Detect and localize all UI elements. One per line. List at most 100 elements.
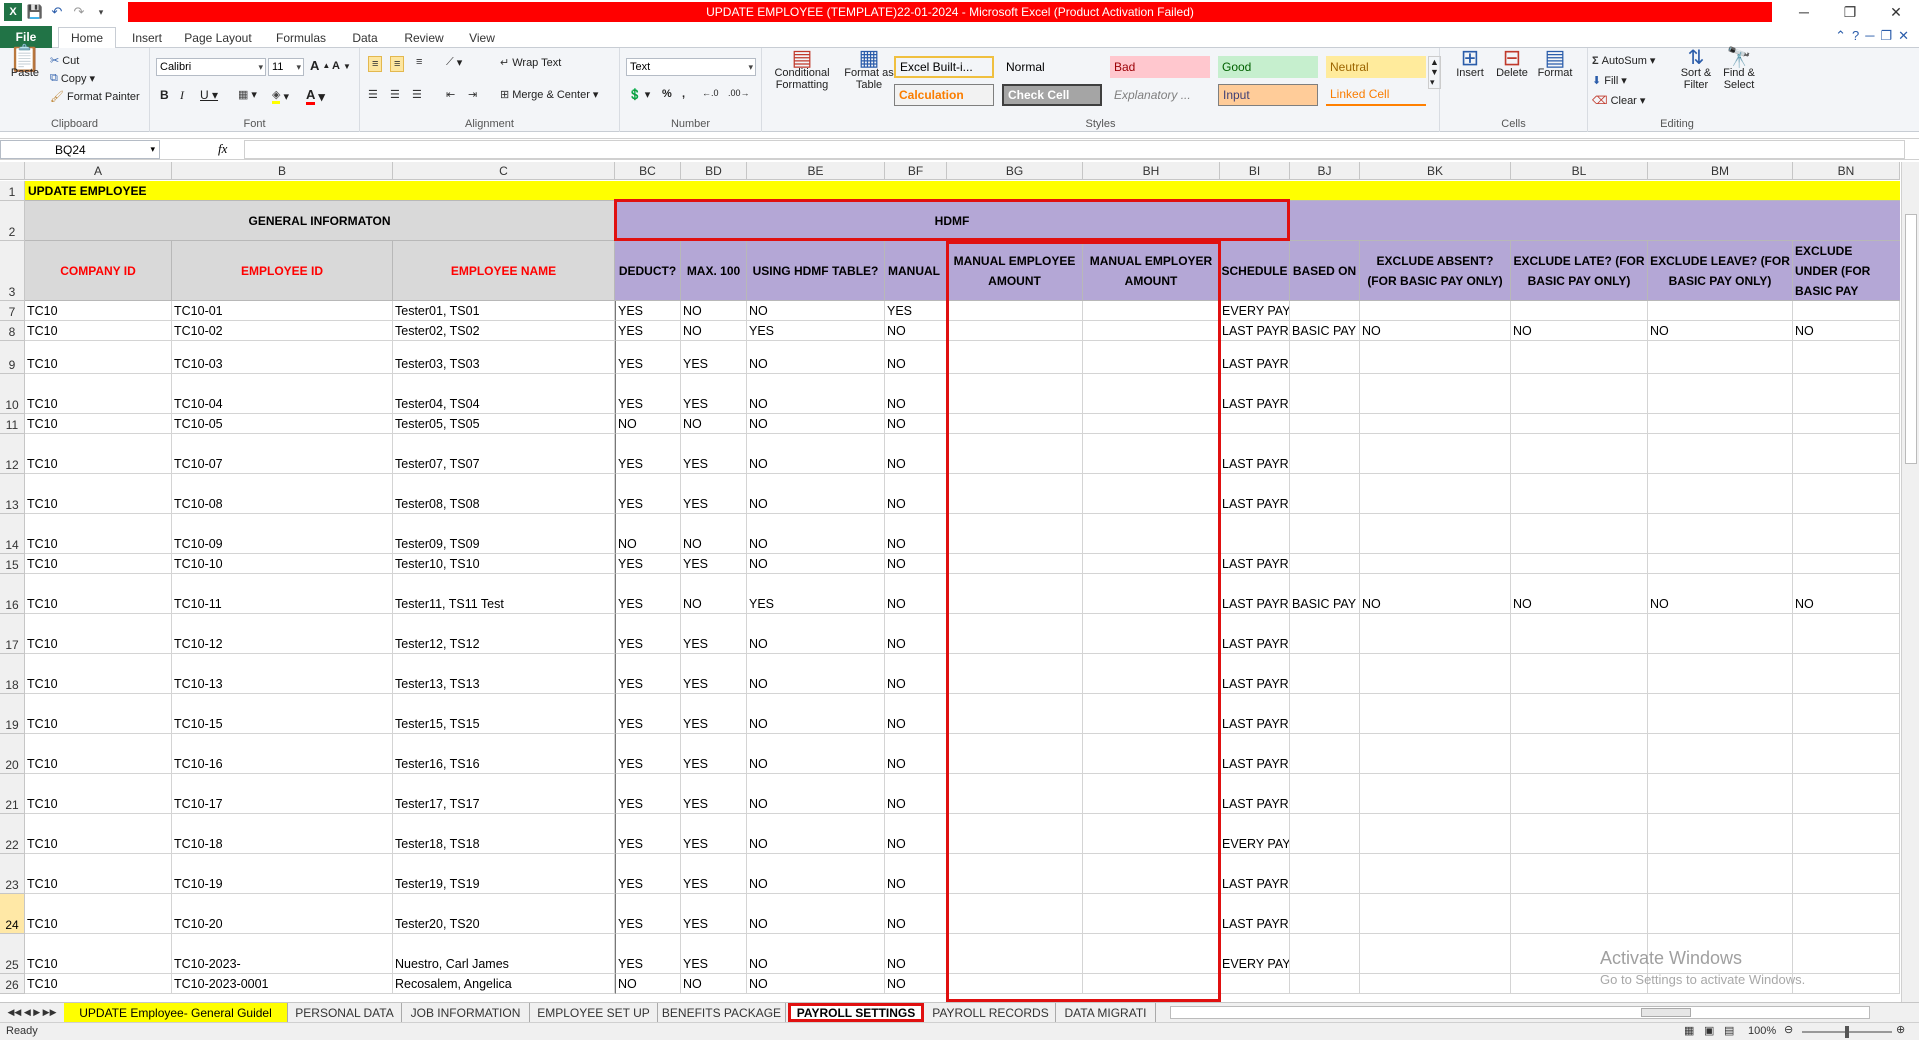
insert-cells-button[interactable]: ⊞ Insert <box>1450 47 1490 80</box>
cell-max-100[interactable]: NO <box>681 301 747 321</box>
cell-schedule[interactable]: LAST PAYROLL <box>1220 554 1290 574</box>
cell-using-hdmf-table[interactable]: NO <box>747 854 885 894</box>
minimize-button[interactable]: ─ <box>1781 0 1827 24</box>
cell-employee-name[interactable]: Tester09, TS09 <box>393 514 615 554</box>
cell-manual-employer-amount[interactable] <box>1083 341 1220 374</box>
cell-employee-id[interactable]: TC10-01 <box>172 301 393 321</box>
cell-manual[interactable]: NO <box>885 514 947 554</box>
format-as-table-button[interactable]: ▦ Format as Table <box>842 47 896 92</box>
column-header-bl[interactable]: BL <box>1511 162 1648 180</box>
general-information-header[interactable]: GENERAL INFORMATON <box>25 201 615 241</box>
cell-exclude-late[interactable] <box>1511 894 1648 934</box>
cell-manual-employee-amount[interactable] <box>947 414 1083 434</box>
manual-header[interactable]: MANUAL <box>885 241 947 301</box>
cell-company-id[interactable]: TC10 <box>25 614 172 654</box>
manual-employee-amount-header[interactable]: MANUAL EMPLOYEE AMOUNT <box>947 241 1083 301</box>
style-good[interactable]: Good <box>1218 56 1318 78</box>
cell-deduct[interactable]: NO <box>615 414 681 434</box>
clear-button[interactable]: ⌫ Clear ▾ <box>1592 94 1645 108</box>
cell-exclude-absent[interactable] <box>1360 341 1511 374</box>
cell-based-on[interactable] <box>1290 514 1360 554</box>
cell-exclude-leave[interactable] <box>1648 474 1793 514</box>
cell-company-id[interactable]: TC10 <box>25 814 172 854</box>
cell-manual-employee-amount[interactable] <box>947 814 1083 854</box>
cell-manual-employer-amount[interactable] <box>1083 574 1220 614</box>
tab-page-layout[interactable]: Page Layout <box>180 28 256 48</box>
cell-deduct[interactable]: YES <box>615 694 681 734</box>
cell-deduct[interactable]: YES <box>615 934 681 974</box>
cell-employee-name[interactable]: Tester11, TS11 Test <box>393 574 615 614</box>
cell-manual-employer-amount[interactable] <box>1083 321 1220 341</box>
sheet-tab-personal-data[interactable]: PERSONAL DATA <box>288 1003 402 1022</box>
cell-manual-employee-amount[interactable] <box>947 614 1083 654</box>
cell-exclude-late[interactable] <box>1511 374 1648 414</box>
cell-schedule[interactable]: LAST PAYROLL <box>1220 374 1290 414</box>
column-header-bf[interactable]: BF <box>885 162 947 180</box>
cell-manual-employer-amount[interactable] <box>1083 474 1220 514</box>
comma-button[interactable]: , <box>682 88 685 100</box>
cell-exclude-absent[interactable] <box>1360 514 1511 554</box>
row-header-18[interactable]: 18 <box>0 654 25 694</box>
cell-exclude-undertime[interactable] <box>1793 614 1900 654</box>
cell-exclude-undertime[interactable] <box>1793 301 1900 321</box>
find-select-button[interactable]: 🔭 Find & Select <box>1718 48 1760 91</box>
cell-using-hdmf-table[interactable]: NO <box>747 894 885 934</box>
cell-deduct[interactable]: YES <box>615 894 681 934</box>
cell-company-id[interactable]: TC10 <box>25 574 172 614</box>
cell-exclude-late[interactable] <box>1511 434 1648 474</box>
zoom-level[interactable]: 100% <box>1748 1025 1776 1037</box>
decrease-indent-button[interactable]: ⇤ <box>446 88 455 101</box>
cell-based-on[interactable] <box>1290 894 1360 934</box>
cell-deduct[interactable]: YES <box>615 301 681 321</box>
cell-deduct[interactable]: NO <box>615 974 681 994</box>
cell-using-hdmf-table[interactable]: NO <box>747 554 885 574</box>
customize-qat-icon[interactable]: ▾ <box>92 3 110 21</box>
cell-exclude-undertime[interactable]: NO <box>1793 321 1900 341</box>
orientation-button[interactable]: ⟋ ▾ <box>446 56 462 69</box>
merge-center-button[interactable]: ⊞ Merge & Center ▾ <box>500 88 598 102</box>
cell-exclude-leave[interactable] <box>1648 734 1793 774</box>
cell-schedule[interactable]: EVERY PAYROLL <box>1220 934 1290 974</box>
row-header-20[interactable]: 20 <box>0 734 25 774</box>
deduct-header[interactable]: DEDUCT? <box>615 241 681 301</box>
cell-max-100[interactable]: YES <box>681 854 747 894</box>
cell-exclude-absent[interactable] <box>1360 934 1511 974</box>
cell-employee-id[interactable]: TC10-04 <box>172 374 393 414</box>
cell-employee-id[interactable]: TC10-2023- <box>172 934 393 974</box>
using-hdmf-table-header[interactable]: USING HDMF TABLE? <box>747 241 885 301</box>
cell-exclude-leave[interactable] <box>1648 341 1793 374</box>
cell-employee-name[interactable]: Tester17, TS17 <box>393 774 615 814</box>
column-header-bg[interactable]: BG <box>947 162 1083 180</box>
cell-employee-id[interactable]: TC10-02 <box>172 321 393 341</box>
cell-employee-id[interactable]: TC10-17 <box>172 774 393 814</box>
cell-employee-name[interactable]: Tester18, TS18 <box>393 814 615 854</box>
cell-exclude-leave[interactable] <box>1648 374 1793 414</box>
sheet-tab-payroll-settings[interactable]: PAYROLL SETTINGS <box>788 1003 924 1022</box>
cell-manual-employee-amount[interactable] <box>947 321 1083 341</box>
workbook-restore-icon[interactable]: ❐ <box>1880 28 1892 44</box>
cell-manual-employer-amount[interactable] <box>1083 414 1220 434</box>
row-header-3[interactable]: 3 <box>0 241 25 301</box>
vertical-scrollbar[interactable] <box>1901 162 1919 1002</box>
number-format-select[interactable]: Text <box>626 58 756 76</box>
row-header-17[interactable]: 17 <box>0 614 25 654</box>
paste-button[interactable]: 📋 Paste <box>6 45 44 79</box>
row-header-11[interactable]: 11 <box>0 414 25 434</box>
cell-based-on[interactable] <box>1290 854 1360 894</box>
font-size-select[interactable]: 11 <box>268 58 304 76</box>
tab-home[interactable]: Home <box>58 27 116 49</box>
cell-manual-employer-amount[interactable] <box>1083 514 1220 554</box>
cell-deduct[interactable]: YES <box>615 474 681 514</box>
cell-based-on[interactable] <box>1290 434 1360 474</box>
cell-using-hdmf-table[interactable]: NO <box>747 614 885 654</box>
save-icon[interactable]: 💾 <box>26 3 44 21</box>
cell-max-100[interactable]: NO <box>681 974 747 994</box>
cell-manual[interactable]: NO <box>885 694 947 734</box>
cell-manual[interactable]: NO <box>885 654 947 694</box>
column-header-bd[interactable]: BD <box>681 162 747 180</box>
cell-manual-employee-amount[interactable] <box>947 934 1083 974</box>
cell-exclude-undertime[interactable] <box>1793 774 1900 814</box>
cell-exclude-late[interactable] <box>1511 554 1648 574</box>
cell-manual-employee-amount[interactable] <box>947 301 1083 321</box>
cell-based-on[interactable] <box>1290 414 1360 434</box>
